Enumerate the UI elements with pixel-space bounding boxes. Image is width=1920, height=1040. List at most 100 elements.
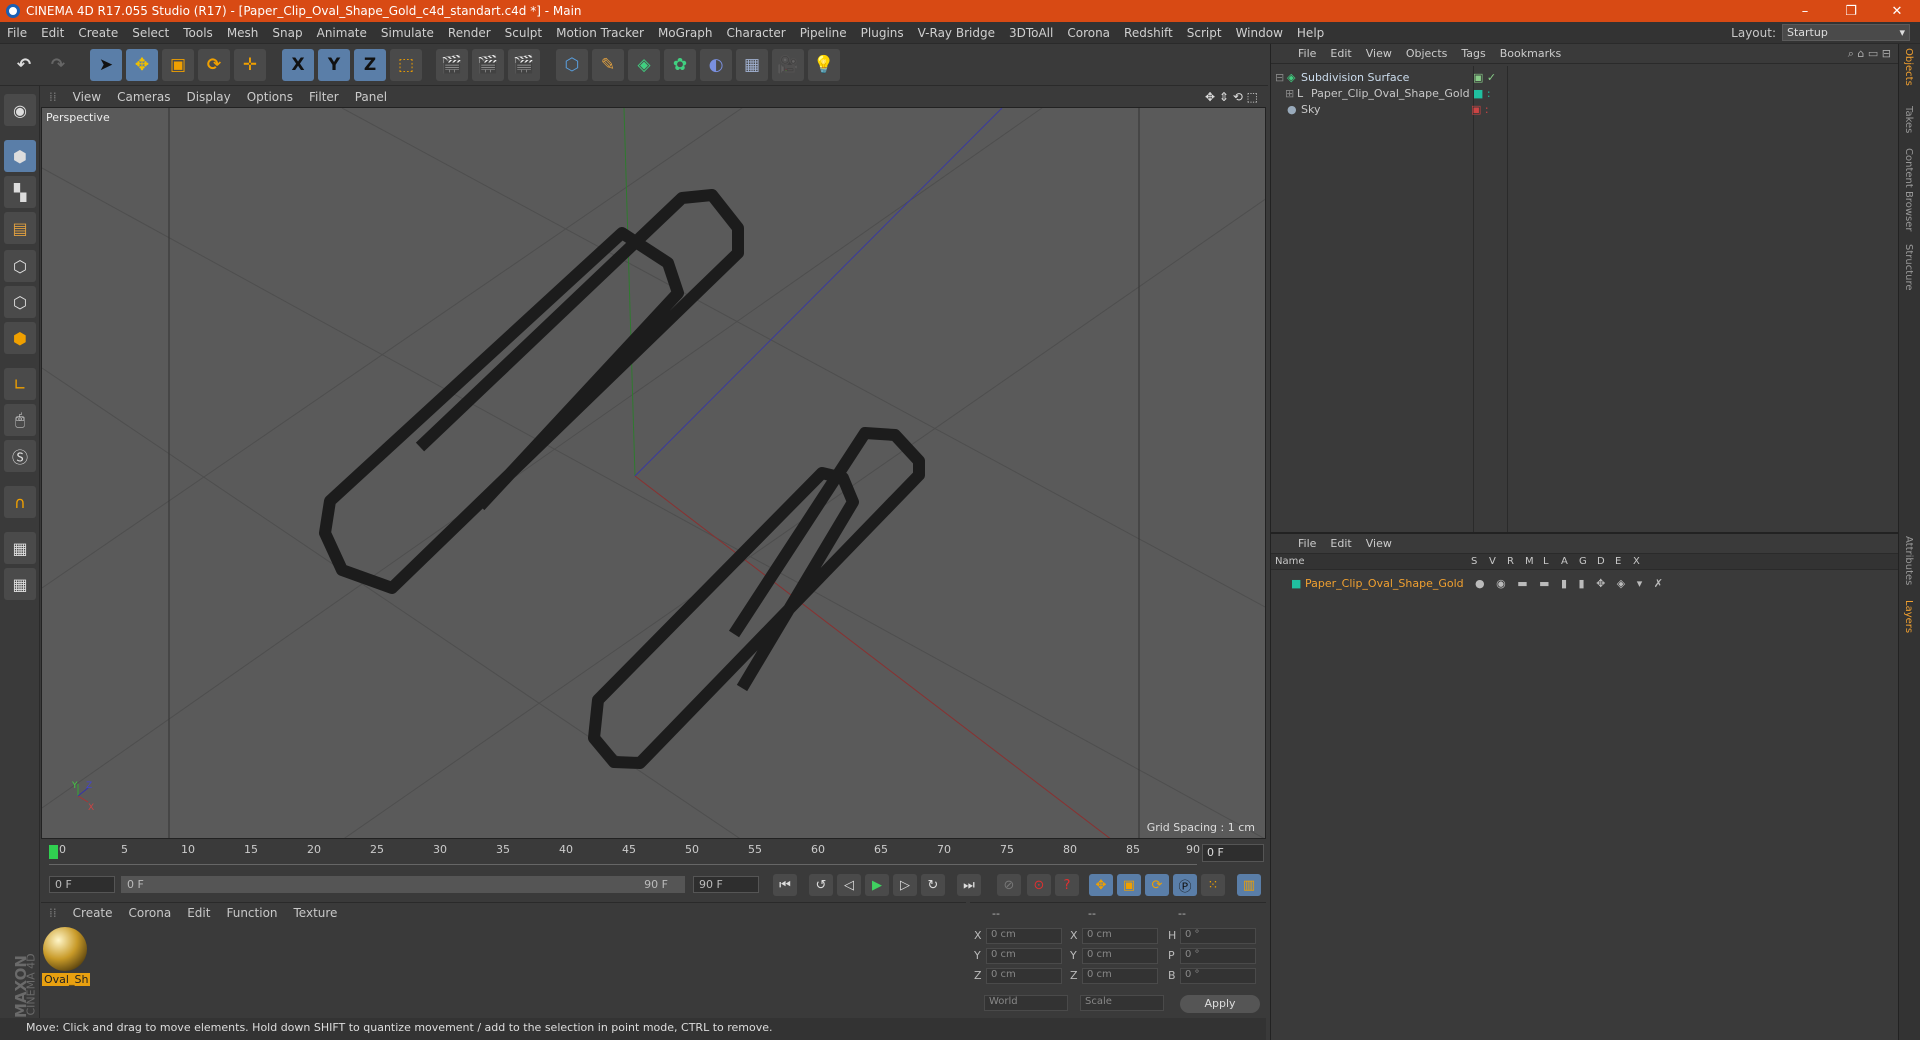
menu-character[interactable]: Character bbox=[719, 26, 792, 40]
deformer-icon[interactable]: ◐ bbox=[700, 49, 732, 81]
menu-edit[interactable]: Edit bbox=[34, 26, 71, 40]
next-frame-icon[interactable]: ▷ bbox=[893, 874, 917, 896]
size-x-field[interactable]: 0 cm bbox=[1082, 928, 1158, 944]
position-x-field[interactable]: 0 cm bbox=[986, 928, 1062, 944]
keyframe-selection-icon[interactable]: ? bbox=[1055, 874, 1079, 896]
key-scale-icon[interactable]: ▣ bbox=[1117, 874, 1141, 896]
make-editable-icon[interactable]: ◉ bbox=[4, 94, 36, 126]
scale-tool-icon[interactable]: ▣ bbox=[162, 49, 194, 81]
planar-workplane-icon[interactable]: ▦ bbox=[4, 568, 36, 600]
minimize-button[interactable]: – bbox=[1782, 4, 1828, 19]
side-tab-takes[interactable]: Takes bbox=[1903, 106, 1914, 133]
key-parameter-icon[interactable]: Ⓟ bbox=[1173, 874, 1197, 896]
coordinate-system-icon[interactable]: ⬚ bbox=[390, 49, 422, 81]
axis-y-lock-button[interactable]: Y bbox=[318, 49, 350, 81]
apply-button[interactable]: Apply bbox=[1180, 995, 1260, 1013]
spline-pen-icon[interactable]: ✎ bbox=[592, 49, 624, 81]
start-frame-field[interactable]: 0 F bbox=[49, 876, 115, 893]
om-menu-tags[interactable]: Tags bbox=[1454, 47, 1492, 60]
menu-simulate[interactable]: Simulate bbox=[374, 26, 441, 40]
size-y-field[interactable]: 0 cm bbox=[1082, 948, 1158, 964]
workplane-lock-icon[interactable]: ▦ bbox=[4, 532, 36, 564]
menu-tools[interactable]: Tools bbox=[176, 26, 220, 40]
layer-color-swatch[interactable]: ■ bbox=[1291, 577, 1305, 590]
om-menu-file[interactable]: File bbox=[1291, 47, 1323, 60]
transform-tool-icon[interactable]: ✛ bbox=[234, 49, 266, 81]
axis-x-lock-button[interactable]: X bbox=[282, 49, 314, 81]
key-pla-icon[interactable]: ⁙ bbox=[1201, 874, 1225, 896]
autokey-icon[interactable]: ⊙ bbox=[1027, 874, 1051, 896]
layer-row[interactable]: ■ Paper_Clip_Oval_Shape_Gold ● ◉ ▬ ▬ ▮ ▮… bbox=[1275, 574, 1895, 592]
om-menu-objects[interactable]: Objects bbox=[1399, 47, 1455, 60]
axis-z-lock-button[interactable]: Z bbox=[354, 49, 386, 81]
texture-mode-icon[interactable]: ▚ bbox=[4, 176, 36, 208]
om-menu-edit[interactable]: Edit bbox=[1323, 47, 1358, 60]
menu-mesh[interactable]: Mesh bbox=[220, 26, 266, 40]
size-z-field[interactable]: 0 cm bbox=[1082, 968, 1158, 984]
edges-mode-icon[interactable]: ⬡ bbox=[4, 286, 36, 318]
timeline-ruler[interactable]: 0 5 10 15 20 25 30 35 40 45 50 55 60 65 … bbox=[49, 843, 1200, 865]
camera-icon[interactable]: 🎥 bbox=[772, 49, 804, 81]
side-tab-structure[interactable]: Structure bbox=[1903, 244, 1914, 291]
menu-select[interactable]: Select bbox=[125, 26, 176, 40]
paper-clip-1[interactable] bbox=[319, 189, 744, 594]
rotate-tool-icon[interactable]: ⟳ bbox=[198, 49, 230, 81]
material-menu-function[interactable]: Function bbox=[218, 906, 285, 920]
viewport-menu-display[interactable]: Display bbox=[178, 90, 238, 104]
material-menu-corona[interactable]: Corona bbox=[121, 906, 180, 920]
viewport-menu-filter[interactable]: Filter bbox=[301, 90, 347, 104]
render-view-icon[interactable]: 🎬 bbox=[436, 49, 468, 81]
floor-scene-icon[interactable]: ▦ bbox=[736, 49, 768, 81]
perspective-viewport[interactable]: YZ X Perspective Grid Spacing : 1 cm bbox=[41, 107, 1266, 839]
menu-animate[interactable]: Animate bbox=[310, 26, 374, 40]
playhead-marker[interactable] bbox=[49, 845, 58, 859]
key-rotation-icon[interactable]: ⟳ bbox=[1145, 874, 1169, 896]
om-menu-view[interactable]: View bbox=[1359, 47, 1399, 60]
rotation-p-field[interactable]: 0 ° bbox=[1180, 948, 1256, 964]
next-keyframe-icon[interactable]: ↻ bbox=[921, 874, 945, 896]
menu-snap[interactable]: Snap bbox=[265, 26, 309, 40]
search-icon[interactable]: ⌕ ⌂ ▭ ⊟ bbox=[1841, 47, 1898, 61]
material-preview[interactable] bbox=[43, 927, 87, 971]
mograph-cloner-icon[interactable]: ✿ bbox=[664, 49, 696, 81]
axis-mode-icon[interactable]: ∟ bbox=[4, 368, 36, 400]
undo-icon[interactable]: ↶ bbox=[8, 49, 40, 81]
previous-keyframe-icon[interactable]: ↺ bbox=[809, 874, 833, 896]
workplane-icon[interactable]: ▤ bbox=[4, 212, 36, 244]
menu-pipeline[interactable]: Pipeline bbox=[793, 26, 854, 40]
menu-plugins[interactable]: Plugins bbox=[854, 26, 911, 40]
menu-mograph[interactable]: MoGraph bbox=[651, 26, 720, 40]
menu-corona[interactable]: Corona bbox=[1060, 26, 1117, 40]
render-settings-icon[interactable]: 🎬 bbox=[508, 49, 540, 81]
menu-sculpt[interactable]: Sculpt bbox=[498, 26, 549, 40]
select-cursor-icon[interactable]: ➤ bbox=[90, 49, 122, 81]
menu-redshift[interactable]: Redshift bbox=[1117, 26, 1180, 40]
viewport-scene[interactable]: Y Z X bbox=[42, 108, 1266, 839]
restore-button[interactable]: ❐ bbox=[1828, 4, 1874, 19]
close-button[interactable]: ✕ bbox=[1874, 4, 1920, 19]
layout-select[interactable]: Startup ▾ bbox=[1782, 24, 1910, 41]
lm-menu-edit[interactable]: Edit bbox=[1323, 537, 1358, 550]
timeline[interactable]: 0 5 10 15 20 25 30 35 40 45 50 55 60 65 … bbox=[41, 841, 1266, 869]
expand-icon[interactable]: ⊞ bbox=[1285, 87, 1297, 100]
position-z-field[interactable]: 0 cm bbox=[986, 968, 1062, 984]
viewport-menu-cameras[interactable]: Cameras bbox=[109, 90, 178, 104]
render-picture-viewer-icon[interactable]: 🎬 bbox=[472, 49, 504, 81]
light-bulb-icon[interactable]: 💡 bbox=[808, 49, 840, 81]
end-frame-field[interactable]: 90 F bbox=[693, 876, 759, 893]
menu-vray-bridge[interactable]: V-Ray Bridge bbox=[911, 26, 1002, 40]
key-position-icon[interactable]: ✥ bbox=[1089, 874, 1113, 896]
menu-help[interactable]: Help bbox=[1290, 26, 1331, 40]
viewport-menu-panel[interactable]: Panel bbox=[347, 90, 395, 104]
material-menu-edit[interactable]: Edit bbox=[179, 906, 218, 920]
material-menu-texture[interactable]: Texture bbox=[286, 906, 346, 920]
expand-icon[interactable]: ⊟ bbox=[1275, 71, 1287, 84]
rotation-b-field[interactable]: 0 ° bbox=[1180, 968, 1256, 984]
layer-color-icon[interactable]: ■ : bbox=[1473, 87, 1507, 100]
visibility-check-icon[interactable]: ▣ ✓ bbox=[1473, 71, 1507, 84]
position-y-field[interactable]: 0 cm bbox=[986, 948, 1062, 964]
om-menu-bookmarks[interactable]: Bookmarks bbox=[1493, 47, 1568, 60]
side-tab-objects[interactable]: Objects bbox=[1903, 48, 1914, 86]
redo-icon[interactable]: ↷ bbox=[42, 49, 74, 81]
points-mode-icon[interactable]: ⬡ bbox=[4, 250, 36, 282]
